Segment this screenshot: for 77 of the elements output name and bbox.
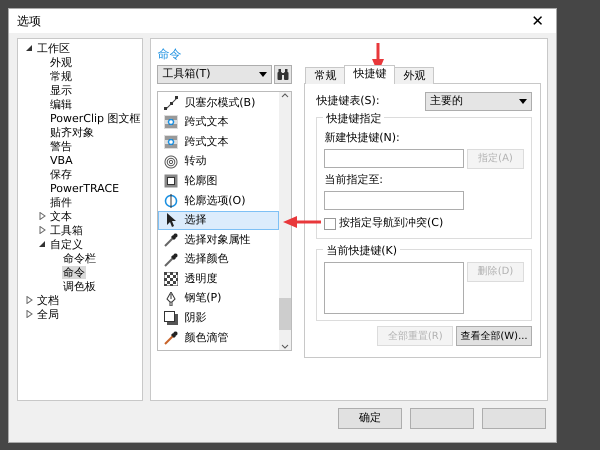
collapsed-icon[interactable]	[26, 310, 33, 318]
collapsed-icon[interactable]	[26, 296, 33, 304]
tab[interactable]: 常规	[305, 67, 346, 84]
tab[interactable]: 外观	[394, 67, 434, 84]
command-item[interactable]: 贝塞尔模式(B)	[158, 93, 280, 113]
checkbox-label: 按指定导航到冲突(C)	[339, 215, 444, 232]
tree-item[interactable]: 命令栏	[62, 252, 97, 264]
command-item[interactable]: 透明度	[158, 269, 280, 289]
tree-item[interactable]: PowerClip 图文框	[49, 112, 142, 124]
field-label: 快捷键表(S):	[316, 93, 380, 110]
tree-item[interactable]: 工具箱	[49, 224, 84, 236]
category-dropdown[interactable]: 工具箱(T)	[157, 65, 272, 84]
pen-nib-icon	[164, 292, 178, 306]
contour-icon	[164, 174, 178, 188]
command-item[interactable]: 阴影	[158, 308, 280, 328]
expanded-icon[interactable]	[26, 44, 33, 52]
shadow-icon	[164, 311, 178, 326]
checkbox[interactable]	[324, 218, 336, 230]
field-label: 新建快捷键(N):	[324, 130, 401, 146]
caret-icon	[258, 72, 266, 77]
scroll-up-icon[interactable]	[281, 92, 290, 100]
tree-item[interactable]: 警告	[49, 140, 73, 152]
tree-item[interactable]: 插件	[49, 196, 73, 208]
tree-item[interactable]: 工作区	[36, 42, 71, 54]
checkerboard-icon	[164, 272, 178, 286]
tree-item[interactable]: 调色板	[62, 280, 97, 292]
tree-item[interactable]: 编辑	[49, 98, 73, 110]
curve-icon	[164, 96, 178, 110]
shortcut-table-dropdown[interactable]: 主要的	[425, 92, 532, 111]
ok-button[interactable]: 确定	[338, 408, 402, 429]
scroll-down-icon[interactable]	[281, 342, 290, 350]
command-item[interactable]: 轮廓图	[158, 171, 280, 191]
command-item[interactable]: 选择颜色	[158, 250, 280, 270]
expanded-icon[interactable]	[39, 240, 46, 248]
tree-item[interactable]: 文档	[36, 294, 60, 306]
command-item[interactable]: 颜色滴管	[158, 328, 280, 348]
tree-item[interactable]: 全局	[36, 308, 60, 320]
command-item[interactable]: 选择	[158, 210, 280, 230]
find-icon[interactable]	[274, 65, 292, 84]
collapsed-icon[interactable]	[39, 226, 46, 234]
tree-item[interactable]: 保存	[49, 168, 73, 180]
spiral-icon	[164, 154, 178, 169]
command-item[interactable]: 选择对象属性	[158, 230, 280, 250]
tree-item[interactable]: 文本	[49, 210, 73, 222]
text-frame-icon	[164, 134, 178, 149]
command-item[interactable]: 跨式文本	[158, 112, 280, 132]
tree-item[interactable]: VBA	[49, 154, 74, 166]
tree-item[interactable]: 显示	[49, 84, 73, 96]
tree-item[interactable]: 命令	[62, 266, 86, 278]
collapsed-icon[interactable]	[39, 212, 46, 220]
field-label: 当前指定至:	[324, 172, 384, 188]
tree-item[interactable]: 贴齐对象	[49, 126, 95, 138]
pointer-icon	[164, 213, 178, 228]
tree-item[interactable]: 自定义	[49, 238, 84, 250]
view-all-button[interactable]: 查看全部(W)...	[456, 326, 532, 346]
eyedropper-icon	[164, 330, 178, 345]
text-frame-icon	[164, 115, 178, 130]
panel-heading: 命令	[157, 46, 182, 63]
eyedropper-icon	[164, 252, 178, 267]
command-item[interactable]: 钢笔(P)	[158, 288, 280, 309]
input-field[interactable]	[324, 190, 464, 210]
command-item[interactable]: 转动	[158, 152, 280, 172]
tree-item[interactable]: PowerTRACE	[49, 182, 120, 194]
tree-item[interactable]: 常规	[49, 70, 73, 82]
close-button[interactable]: ✕	[525, 14, 550, 28]
eyedropper-icon	[164, 232, 178, 247]
tree-item[interactable]: 外观	[49, 56, 73, 68]
caret-icon	[519, 99, 527, 104]
scrollbar[interactable]	[279, 92, 292, 350]
circle-icon	[164, 194, 178, 208]
annotation-arrow	[283, 216, 321, 228]
scroll-thumb[interactable]	[279, 298, 292, 330]
window-title: 选项	[17, 13, 41, 30]
command-item[interactable]: 轮廓选项(O)	[158, 190, 280, 211]
input-field[interactable]	[324, 148, 464, 168]
command-item[interactable]: 跨式文本	[158, 132, 280, 152]
tab[interactable]: 快捷键	[344, 65, 396, 84]
